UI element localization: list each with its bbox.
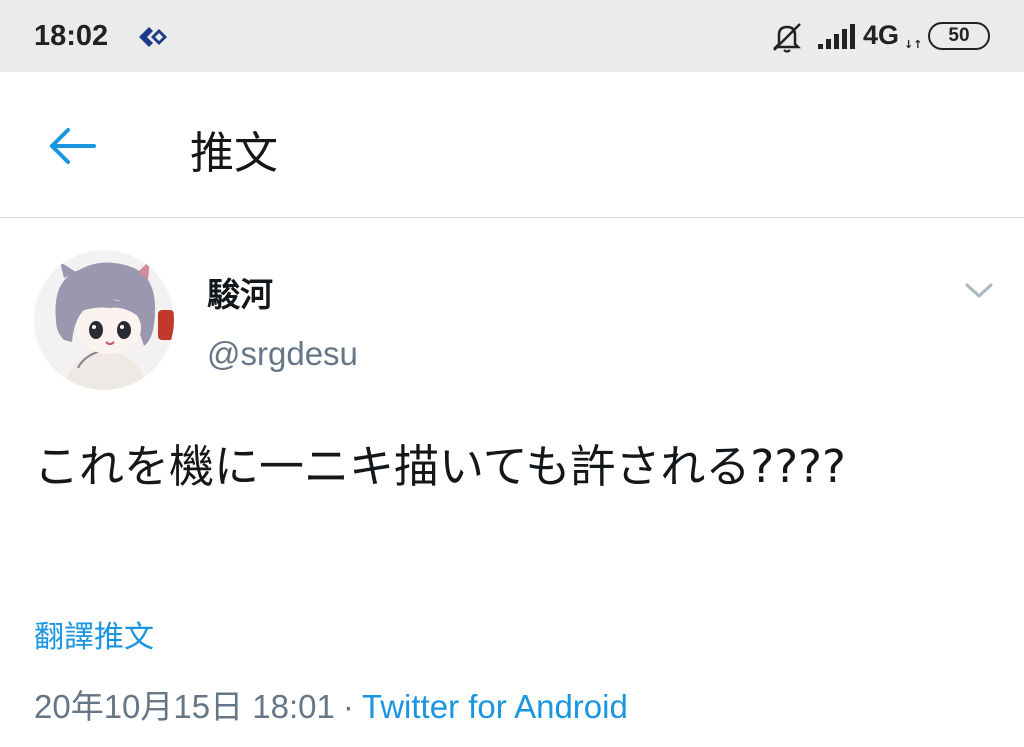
data-activity-icon: ↓↑ bbox=[904, 38, 923, 51]
meta-separator: · bbox=[342, 688, 354, 725]
status-bar: 18:02 4G ↓↑ 50 bbox=[0, 0, 1024, 72]
battery-icon: 50 bbox=[928, 22, 990, 50]
user-handle[interactable]: @srgdesu bbox=[207, 335, 358, 373]
avatar-illustration bbox=[34, 250, 174, 390]
avatar[interactable] bbox=[34, 250, 174, 390]
status-time: 18:02 bbox=[34, 20, 109, 52]
app-bar: 推文 bbox=[0, 72, 1024, 218]
tweet-source-link[interactable]: Twitter for Android bbox=[362, 688, 628, 725]
tweet-text: これを機に一ニキ描いても許される???? bbox=[34, 440, 846, 493]
mute-icon bbox=[772, 23, 802, 53]
user-display-name[interactable]: 駿河 bbox=[207, 268, 273, 316]
arrow-left-icon[interactable] bbox=[44, 124, 100, 168]
notification-app-icon bbox=[139, 27, 167, 47]
network-type: 4G bbox=[863, 20, 900, 50]
page-title: 推文 bbox=[190, 128, 278, 179]
signal-icon bbox=[818, 24, 855, 49]
tweet-meta: 20年10月15日 18:01 · Twitter for Android bbox=[34, 680, 628, 728]
tweet-timestamp: 20年10月15日 18:01 bbox=[34, 688, 335, 725]
translate-tweet-link[interactable]: 翻譯推文 bbox=[34, 612, 154, 656]
chevron-down-icon[interactable] bbox=[962, 276, 996, 304]
